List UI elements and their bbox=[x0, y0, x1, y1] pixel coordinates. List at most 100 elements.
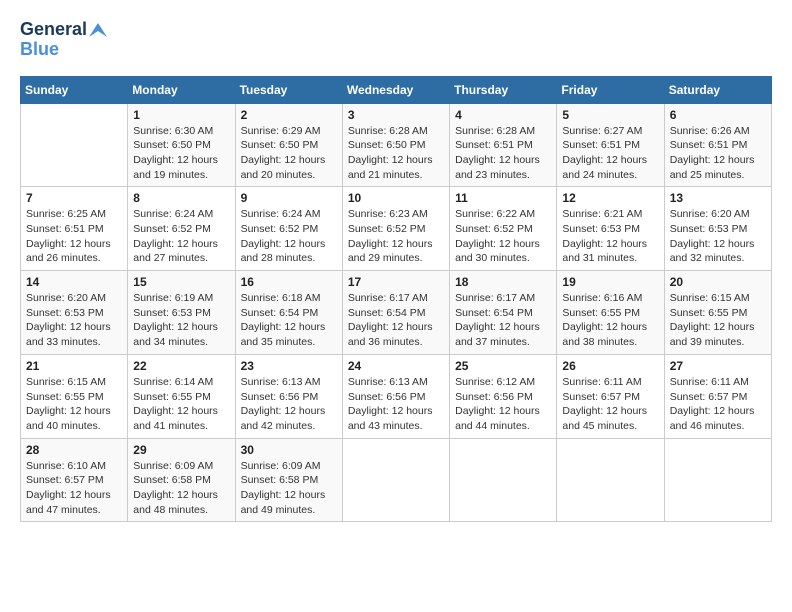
day-info: Sunrise: 6:26 AM Sunset: 6:51 PM Dayligh… bbox=[670, 124, 766, 183]
day-info: Sunrise: 6:11 AM Sunset: 6:57 PM Dayligh… bbox=[562, 375, 658, 434]
day-number: 8 bbox=[133, 191, 229, 205]
day-header-tuesday: Tuesday bbox=[235, 76, 342, 103]
calendar-cell: 12 Sunrise: 6:21 AM Sunset: 6:53 PM Dayli… bbox=[557, 187, 664, 271]
calendar-cell: 14 Sunrise: 6:20 AM Sunset: 6:53 PM Dayli… bbox=[21, 271, 128, 355]
day-header-friday: Friday bbox=[557, 76, 664, 103]
calendar-cell: 13 Sunrise: 6:20 AM Sunset: 6:53 PM Dayli… bbox=[664, 187, 771, 271]
calendar-cell: 23 Sunrise: 6:13 AM Sunset: 6:56 PM Dayli… bbox=[235, 354, 342, 438]
day-info: Sunrise: 6:12 AM Sunset: 6:56 PM Dayligh… bbox=[455, 375, 551, 434]
day-info: Sunrise: 6:24 AM Sunset: 6:52 PM Dayligh… bbox=[241, 207, 337, 266]
day-info: Sunrise: 6:09 AM Sunset: 6:58 PM Dayligh… bbox=[133, 459, 229, 518]
day-info: Sunrise: 6:19 AM Sunset: 6:53 PM Dayligh… bbox=[133, 291, 229, 350]
calendar-cell: 2 Sunrise: 6:29 AM Sunset: 6:50 PM Daylig… bbox=[235, 103, 342, 187]
day-number: 7 bbox=[26, 191, 122, 205]
calendar-cell: 24Sunrise: 6:13 AM Sunset: 6:56 PM Dayli… bbox=[342, 354, 449, 438]
day-header-monday: Monday bbox=[128, 76, 235, 103]
day-info: Sunrise: 6:11 AM Sunset: 6:57 PM Dayligh… bbox=[670, 375, 766, 434]
day-header-wednesday: Wednesday bbox=[342, 76, 449, 103]
logo-bird-icon bbox=[89, 23, 107, 37]
day-number: 22 bbox=[133, 359, 229, 373]
day-info: Sunrise: 6:20 AM Sunset: 6:53 PM Dayligh… bbox=[26, 291, 122, 350]
day-info: Sunrise: 6:18 AM Sunset: 6:54 PM Dayligh… bbox=[241, 291, 337, 350]
calendar-cell: 25 Sunrise: 6:12 AM Sunset: 6:56 PM Dayli… bbox=[450, 354, 557, 438]
calendar-cell: 19Sunrise: 6:16 AM Sunset: 6:55 PM Dayli… bbox=[557, 271, 664, 355]
day-info: Sunrise: 6:24 AM Sunset: 6:52 PM Dayligh… bbox=[133, 207, 229, 266]
day-number: 10 bbox=[348, 191, 444, 205]
day-info: Sunrise: 6:25 AM Sunset: 6:51 PM Dayligh… bbox=[26, 207, 122, 266]
calendar-week-row: 14 Sunrise: 6:20 AM Sunset: 6:53 PM Dayli… bbox=[21, 271, 772, 355]
day-header-sunday: Sunday bbox=[21, 76, 128, 103]
day-number: 21 bbox=[26, 359, 122, 373]
calendar-cell: 1 Sunrise: 6:30 AM Sunset: 6:50 PM Daylig… bbox=[128, 103, 235, 187]
day-number: 17 bbox=[348, 275, 444, 289]
calendar-cell: 4Sunrise: 6:28 AM Sunset: 6:51 PM Daylig… bbox=[450, 103, 557, 187]
day-number: 20 bbox=[670, 275, 766, 289]
day-number: 25 bbox=[455, 359, 551, 373]
calendar-header-row: SundayMondayTuesdayWednesdayThursdayFrid… bbox=[21, 76, 772, 103]
calendar-cell: 28 Sunrise: 6:10 AM Sunset: 6:57 PM Dayli… bbox=[21, 438, 128, 522]
calendar-cell: 22Sunrise: 6:14 AM Sunset: 6:55 PM Dayli… bbox=[128, 354, 235, 438]
calendar-cell: 8 Sunrise: 6:24 AM Sunset: 6:52 PM Daylig… bbox=[128, 187, 235, 271]
day-number: 23 bbox=[241, 359, 337, 373]
day-number: 11 bbox=[455, 191, 551, 205]
calendar-cell: 30 Sunrise: 6:09 AM Sunset: 6:58 PM Dayli… bbox=[235, 438, 342, 522]
day-info: Sunrise: 6:13 AM Sunset: 6:56 PM Dayligh… bbox=[241, 375, 337, 434]
calendar-week-row: 1 Sunrise: 6:30 AM Sunset: 6:50 PM Daylig… bbox=[21, 103, 772, 187]
day-info: Sunrise: 6:15 AM Sunset: 6:55 PM Dayligh… bbox=[26, 375, 122, 434]
day-header-saturday: Saturday bbox=[664, 76, 771, 103]
calendar-cell: 17 Sunrise: 6:17 AM Sunset: 6:54 PM Dayli… bbox=[342, 271, 449, 355]
calendar-cell: 16Sunrise: 6:18 AM Sunset: 6:54 PM Dayli… bbox=[235, 271, 342, 355]
day-info: Sunrise: 6:09 AM Sunset: 6:58 PM Dayligh… bbox=[241, 459, 337, 518]
day-info: Sunrise: 6:15 AM Sunset: 6:55 PM Dayligh… bbox=[670, 291, 766, 350]
day-number: 29 bbox=[133, 443, 229, 457]
calendar-cell bbox=[664, 438, 771, 522]
day-info: Sunrise: 6:29 AM Sunset: 6:50 PM Dayligh… bbox=[241, 124, 337, 183]
calendar-cell: 20 Sunrise: 6:15 AM Sunset: 6:55 PM Dayli… bbox=[664, 271, 771, 355]
day-number: 18 bbox=[455, 275, 551, 289]
day-number: 15 bbox=[133, 275, 229, 289]
calendar-week-row: 7 Sunrise: 6:25 AM Sunset: 6:51 PM Daylig… bbox=[21, 187, 772, 271]
day-info: Sunrise: 6:17 AM Sunset: 6:54 PM Dayligh… bbox=[348, 291, 444, 350]
day-info: Sunrise: 6:20 AM Sunset: 6:53 PM Dayligh… bbox=[670, 207, 766, 266]
calendar-cell bbox=[557, 438, 664, 522]
day-info: Sunrise: 6:30 AM Sunset: 6:50 PM Dayligh… bbox=[133, 124, 229, 183]
day-info: Sunrise: 6:27 AM Sunset: 6:51 PM Dayligh… bbox=[562, 124, 658, 183]
day-info: Sunrise: 6:10 AM Sunset: 6:57 PM Dayligh… bbox=[26, 459, 122, 518]
day-number: 6 bbox=[670, 108, 766, 122]
day-number: 1 bbox=[133, 108, 229, 122]
calendar-body: 1 Sunrise: 6:30 AM Sunset: 6:50 PM Daylig… bbox=[21, 103, 772, 522]
day-number: 12 bbox=[562, 191, 658, 205]
logo-text: General bbox=[20, 20, 109, 40]
day-number: 30 bbox=[241, 443, 337, 457]
calendar-cell: 6 Sunrise: 6:26 AM Sunset: 6:51 PM Daylig… bbox=[664, 103, 771, 187]
day-number: 26 bbox=[562, 359, 658, 373]
calendar-cell: 9 Sunrise: 6:24 AM Sunset: 6:52 PM Daylig… bbox=[235, 187, 342, 271]
day-info: Sunrise: 6:13 AM Sunset: 6:56 PM Dayligh… bbox=[348, 375, 444, 434]
calendar-week-row: 21 Sunrise: 6:15 AM Sunset: 6:55 PM Dayli… bbox=[21, 354, 772, 438]
day-number: 3 bbox=[348, 108, 444, 122]
day-number: 14 bbox=[26, 275, 122, 289]
calendar-cell bbox=[342, 438, 449, 522]
day-number: 19 bbox=[562, 275, 658, 289]
day-number: 5 bbox=[562, 108, 658, 122]
day-info: Sunrise: 6:21 AM Sunset: 6:53 PM Dayligh… bbox=[562, 207, 658, 266]
calendar-cell: 29 Sunrise: 6:09 AM Sunset: 6:58 PM Dayli… bbox=[128, 438, 235, 522]
calendar-cell bbox=[450, 438, 557, 522]
day-number: 27 bbox=[670, 359, 766, 373]
day-number: 13 bbox=[670, 191, 766, 205]
page-header: General Blue bbox=[20, 20, 772, 60]
day-header-thursday: Thursday bbox=[450, 76, 557, 103]
logo-blue-text: Blue bbox=[20, 40, 109, 60]
day-number: 9 bbox=[241, 191, 337, 205]
calendar-cell: 11 Sunrise: 6:22 AM Sunset: 6:52 PM Dayli… bbox=[450, 187, 557, 271]
day-number: 2 bbox=[241, 108, 337, 122]
calendar-cell: 3 Sunrise: 6:28 AM Sunset: 6:50 PM Daylig… bbox=[342, 103, 449, 187]
calendar-cell: 5 Sunrise: 6:27 AM Sunset: 6:51 PM Daylig… bbox=[557, 103, 664, 187]
calendar-cell: 7 Sunrise: 6:25 AM Sunset: 6:51 PM Daylig… bbox=[21, 187, 128, 271]
day-info: Sunrise: 6:28 AM Sunset: 6:50 PM Dayligh… bbox=[348, 124, 444, 183]
day-number: 28 bbox=[26, 443, 122, 457]
day-info: Sunrise: 6:17 AM Sunset: 6:54 PM Dayligh… bbox=[455, 291, 551, 350]
calendar-cell: 21 Sunrise: 6:15 AM Sunset: 6:55 PM Dayli… bbox=[21, 354, 128, 438]
day-number: 4 bbox=[455, 108, 551, 122]
day-info: Sunrise: 6:22 AM Sunset: 6:52 PM Dayligh… bbox=[455, 207, 551, 266]
